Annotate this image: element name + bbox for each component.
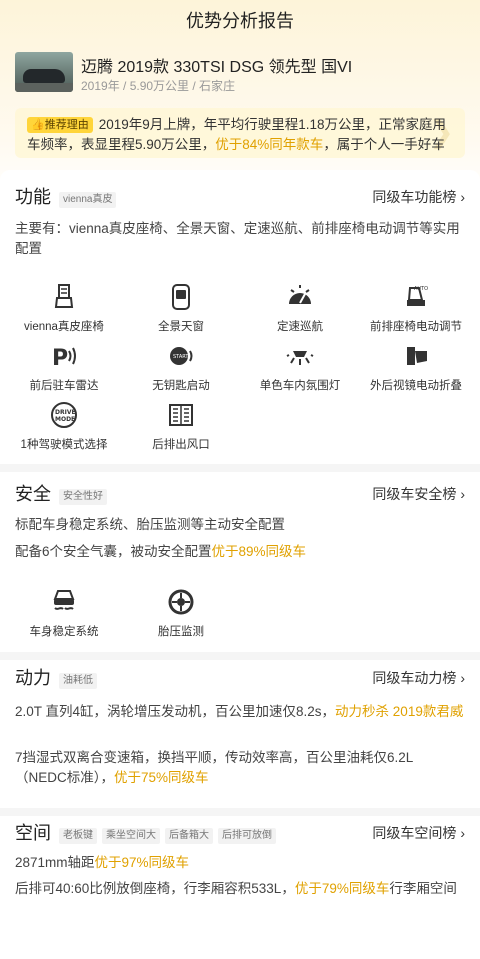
power-para1: 2.0T 直列4缸，涡轮增压发动机，百公里加速仅8.2s，动力秒杀 2019款君… xyxy=(15,704,464,719)
function-section: 功能 vienna真皮 同级车功能榜 › 主要有：vienna真皮座椅、全景天窗、… xyxy=(0,170,480,460)
sunroof-icon xyxy=(172,284,190,310)
safety-line1: 标配车身稳定系统、胎压监测等主动安全配置 xyxy=(15,517,285,532)
function-tag: vienna真皮 xyxy=(59,192,117,208)
feature-label: 单色车内氛围灯 xyxy=(259,380,341,392)
recommend-card: ❯ 👍推荐理由 2019年9月上牌，年平均行驶里程1.18万公里，正常家庭用车频率… xyxy=(15,108,465,158)
mirror-fold-icon xyxy=(407,347,427,365)
drive-mode-icon: DRIVEMODE xyxy=(51,402,77,428)
function-desc: 主要有：vienna真皮座椅、全景天窗、定速巡航、前排座椅电动调节等实用配置 xyxy=(15,221,460,256)
space-para2: 后排可40:60比例放倒座椅，行李厢容积533L，优于79%同级车行李厢空间 xyxy=(15,881,457,896)
stability-control-icon xyxy=(53,590,75,610)
page-title: 优势分析报告 xyxy=(186,11,294,31)
recommend-highlight: 优于84%同年款车 xyxy=(215,137,324,152)
keyless-start-icon: START xyxy=(170,347,193,365)
feature-label: 后排出风口 xyxy=(152,439,210,451)
space-rank-link[interactable]: 同级车空间榜 › xyxy=(372,822,465,844)
safety-title: 安全 xyxy=(15,484,51,504)
feature-label: 定速巡航 xyxy=(277,321,323,333)
chevron-right-icon: › xyxy=(460,670,465,686)
feature-item: 全景天窗 xyxy=(121,282,241,334)
feature-item: 后排出风口 xyxy=(121,400,241,452)
space-section: 空间 老板键 乘坐空间大 后备箱大 后排可放倒 同级车空间榜 › 2871mm轴距优于9… xyxy=(0,816,480,959)
feature-item: 单色车内氛围灯 xyxy=(240,341,360,393)
safety-rank-link[interactable]: 同级车安全榜 › xyxy=(372,483,465,505)
power-para2: 7挡湿式双离合变速箱，换挡平顺，传动效率高，百公里油耗仅6.2L（NEDC标准）… xyxy=(15,750,414,785)
car-thumbnail xyxy=(15,52,73,92)
power-section: 动力 油耗低 同级车动力榜 › 2.0T 直列4缸，涡轮增压发动机，百公里加速仅8… xyxy=(0,660,480,808)
feature-label: 全景天窗 xyxy=(158,321,204,333)
feature-item: AUTO 前排座椅电动调节 xyxy=(356,282,476,334)
power-seat-icon: AUTO xyxy=(407,286,428,306)
chevron-right-icon: › xyxy=(460,189,465,205)
section-divider xyxy=(0,464,480,472)
function-title: 功能 xyxy=(15,187,51,207)
leather-seat-icon xyxy=(54,284,74,308)
feature-item: P 前后驻车雷达 xyxy=(4,341,124,393)
section-divider xyxy=(0,808,480,816)
space-tag: 后排可放倒 xyxy=(218,828,276,844)
cruise-control-icon xyxy=(289,285,311,304)
feature-label: 1种驾驶模式选择 xyxy=(20,439,108,451)
svg-text:START: START xyxy=(173,354,189,360)
feature-item: START 无钥匙启动 xyxy=(121,341,241,393)
feature-label: 前排座椅电动调节 xyxy=(370,321,462,333)
function-rank-link[interactable]: 同级车功能榜 › xyxy=(372,186,465,208)
svg-text:MODE: MODE xyxy=(55,416,75,423)
space-para1: 2871mm轴距优于97%同级车 xyxy=(15,855,190,870)
feature-label: 前后驻车雷达 xyxy=(29,380,99,392)
feature-item: 外后视镜电动折叠 xyxy=(356,341,476,393)
feature-item: 定速巡航 xyxy=(240,282,360,334)
feature-label: vienna真皮座椅 xyxy=(24,321,104,333)
space-tag: 老板键 xyxy=(59,828,97,844)
power-rank-link[interactable]: 同级车动力榜 › xyxy=(372,667,465,689)
power-title: 动力 xyxy=(15,668,51,688)
feature-item: DRIVE MODE 1种驾驶模式选择 xyxy=(4,400,124,452)
feature-item: vienna真皮座椅 xyxy=(4,282,124,334)
recommend-tag: 👍推荐理由 xyxy=(27,117,93,133)
feature-tire-pressure: 胎压监测 xyxy=(121,587,241,639)
feature-label: 外后视镜电动折叠 xyxy=(370,380,462,392)
car-summary[interactable]: 迈腾 2019款 330TSI DSG 领先型 国VI 2019年 / 5.90… xyxy=(15,52,465,96)
svg-text:AUTO: AUTO xyxy=(414,286,428,292)
recommend-text: 👍推荐理由 2019年9月上牌，年平均行驶里程1.18万公里，正常家庭用车频率，表… xyxy=(27,117,447,152)
car-meta: 2019年 / 5.90万公里 / 石家庄 xyxy=(81,79,236,93)
power-tag: 油耗低 xyxy=(59,673,97,689)
space-title: 空间 xyxy=(15,823,51,843)
chevron-right-icon: › xyxy=(460,486,465,502)
car-name: 迈腾 2019款 330TSI DSG 领先型 国VI xyxy=(81,59,353,76)
safety-section: 安全 安全性好 同级车安全榜 › 标配车身稳定系统、胎压监测等主动安全配置 配备6… xyxy=(0,472,480,652)
svg-text:P: P xyxy=(52,346,68,371)
feature-label: 无钥匙启动 xyxy=(152,380,210,392)
ambient-light-icon xyxy=(286,351,314,365)
safety-tag: 安全性好 xyxy=(59,489,107,505)
section-divider xyxy=(0,652,480,660)
feature-stability-control: 车身稳定系统 xyxy=(4,587,124,639)
space-tag: 后备箱大 xyxy=(165,828,213,844)
svg-text:DRIVE: DRIVE xyxy=(55,409,76,416)
safety-line2: 配备6个安全气囊，被动安全配置优于89%同级车 xyxy=(15,544,307,559)
tire-pressure-icon xyxy=(168,589,194,615)
parking-radar-icon: P xyxy=(52,346,76,371)
thumbs-up-icon: 👍 xyxy=(31,119,45,131)
space-tag: 乘坐空间大 xyxy=(102,828,160,844)
rear-vent-icon xyxy=(169,404,193,426)
chevron-right-icon: › xyxy=(460,825,465,841)
